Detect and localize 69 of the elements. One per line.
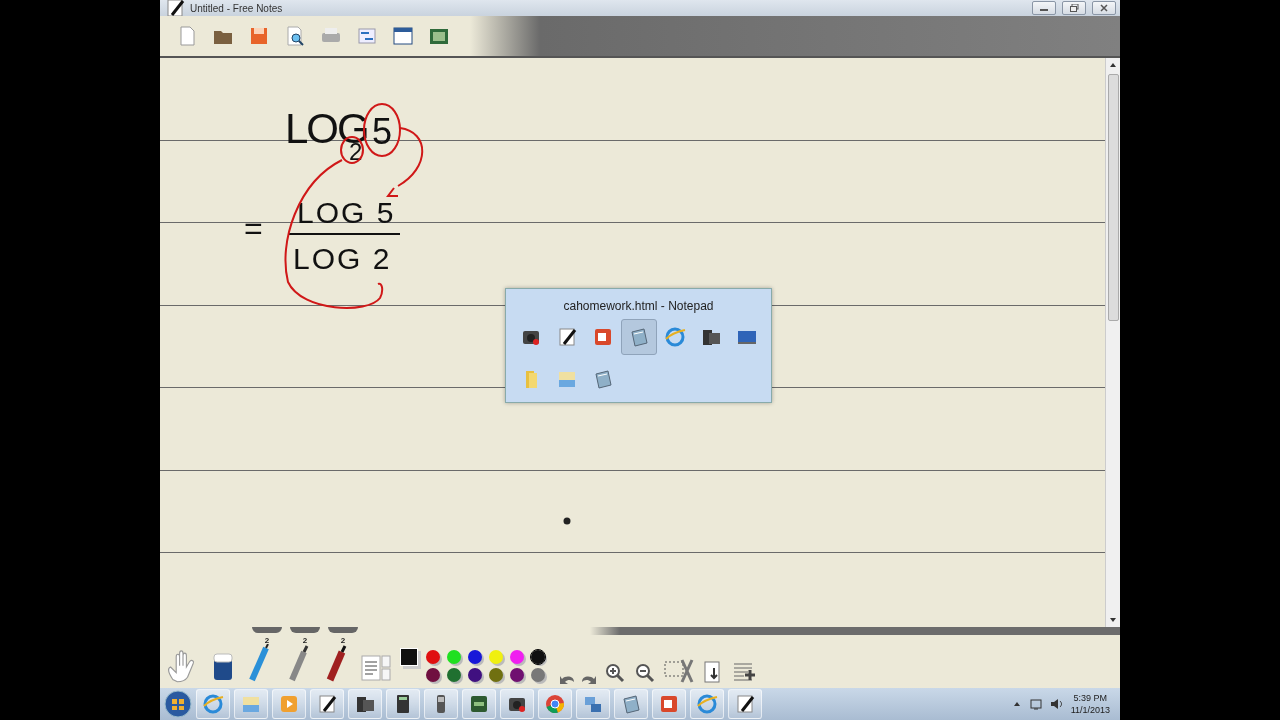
save-icon xyxy=(248,25,270,47)
taskbar-button[interactable] xyxy=(310,689,344,719)
size-tab[interactable] xyxy=(328,627,358,633)
window-title: Untitled - Free Notes xyxy=(190,2,284,14)
pen-page-icon xyxy=(734,693,756,715)
search-icon xyxy=(284,25,306,47)
add-lines-icon xyxy=(732,660,756,684)
current-color-swatch[interactable] xyxy=(400,648,418,666)
pen-size-label: 2 xyxy=(302,636,308,645)
taskbar-button[interactable] xyxy=(424,689,458,719)
close-icon xyxy=(1100,4,1108,12)
restore-button[interactable] xyxy=(1062,1,1086,15)
color-swatch[interactable] xyxy=(426,668,440,682)
restore-icon xyxy=(1069,4,1079,12)
pen-size-label: 2 xyxy=(264,636,270,645)
color-swatch[interactable] xyxy=(468,668,482,682)
browser-icon xyxy=(663,326,686,348)
size-tab[interactable] xyxy=(252,627,282,633)
chrome-icon xyxy=(544,693,566,715)
scroll-down-icon[interactable] xyxy=(1109,617,1117,623)
browser-icon xyxy=(202,693,224,715)
color-swatch[interactable] xyxy=(468,650,482,664)
app-icon xyxy=(468,693,490,715)
taskbar-button[interactable] xyxy=(386,689,420,719)
taskbar-button[interactable] xyxy=(728,689,762,719)
app-icon xyxy=(164,0,186,19)
color-swatch[interactable] xyxy=(489,650,503,664)
redo-icon xyxy=(582,675,596,684)
color-swatch[interactable] xyxy=(531,650,545,664)
handwritten-text: = xyxy=(244,212,263,244)
scrollbar[interactable] xyxy=(1105,58,1120,627)
start-button[interactable] xyxy=(164,690,192,718)
slides-icon xyxy=(658,693,680,715)
select-cut-icon xyxy=(664,658,694,684)
clock-date: 11/1/2013 xyxy=(1070,704,1110,716)
volume-icon xyxy=(1049,697,1063,711)
network-status-icon xyxy=(1029,697,1042,711)
color-swatch[interactable] xyxy=(447,650,461,664)
pen-size-label: 2 xyxy=(340,636,346,645)
browser-icon xyxy=(696,693,718,715)
handwritten-text: LOG 5 xyxy=(297,198,396,228)
notepad-icon xyxy=(620,693,642,715)
taskbar-button[interactable] xyxy=(462,689,496,719)
window-thumbnail[interactable] xyxy=(620,319,657,355)
exchange-icon xyxy=(356,25,378,47)
color-swatch[interactable] xyxy=(426,650,440,664)
scroll-up-icon[interactable] xyxy=(1109,62,1117,68)
cursor-icon xyxy=(563,517,571,525)
size-tab[interactable] xyxy=(290,627,320,633)
line-style-icon xyxy=(360,654,392,684)
scroll-thumb[interactable] xyxy=(1107,74,1119,321)
clock-time: 5:39 PM xyxy=(1073,692,1108,704)
minimize-button[interactable] xyxy=(1032,1,1056,15)
handwritten-text: LOG 2 xyxy=(293,244,392,274)
color-swatch[interactable] xyxy=(510,668,524,682)
zoom-out-icon xyxy=(634,662,656,684)
color-swatch[interactable] xyxy=(510,650,524,664)
color-swatch[interactable] xyxy=(447,668,461,682)
color-swatch[interactable] xyxy=(531,668,545,682)
undo-icon xyxy=(560,675,574,684)
close-button[interactable] xyxy=(1092,1,1116,15)
window-icon xyxy=(392,25,414,47)
zoom-in-icon xyxy=(604,662,626,684)
switcher-title: cahomework.html - Notepad xyxy=(563,299,714,313)
color-swatch[interactable] xyxy=(489,668,503,682)
taskbar-button[interactable] xyxy=(348,689,382,719)
media-player-icon xyxy=(278,693,300,715)
taskbar-button[interactable] xyxy=(500,689,534,719)
pen-page-icon xyxy=(316,693,338,715)
